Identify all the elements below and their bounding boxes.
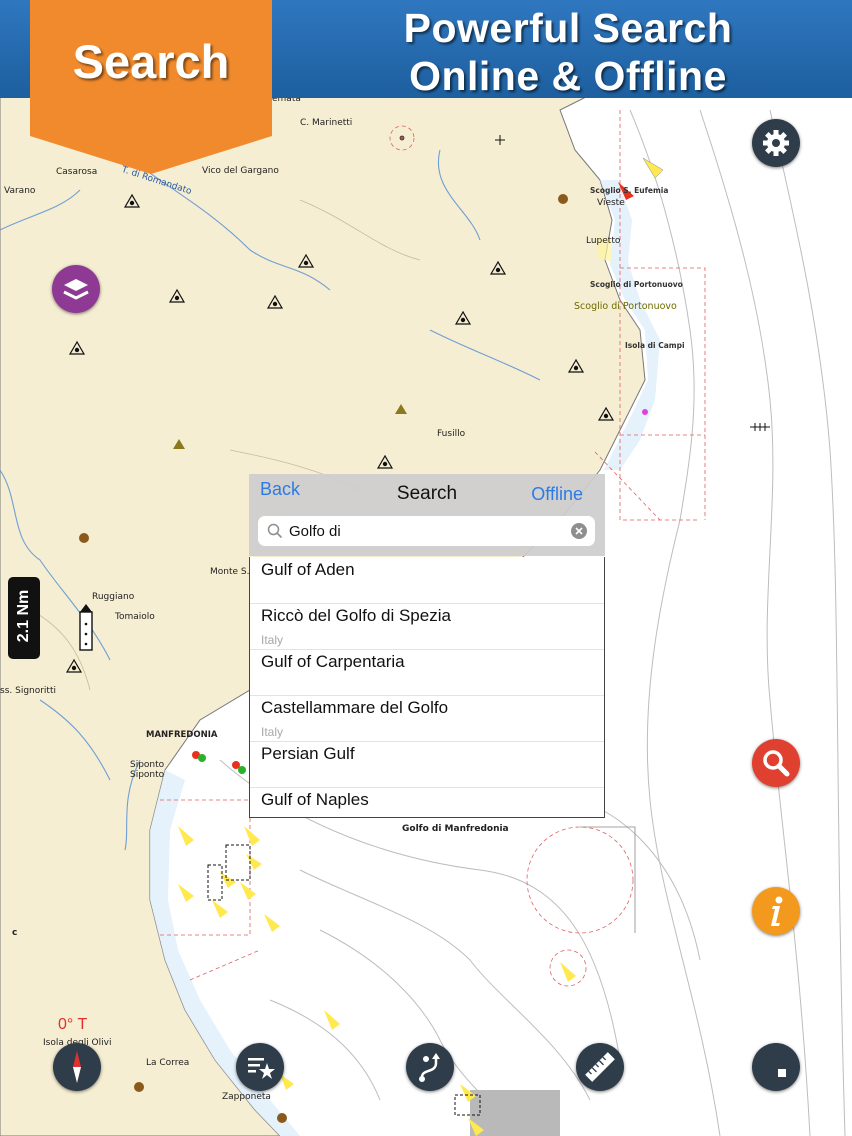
map-label: Fusillo [437, 429, 466, 439]
map-label: Monte S. [210, 567, 250, 577]
map-label: Scoglio di Portonuovo [590, 280, 683, 289]
map-label: Scoglio S. Eufemia [590, 186, 669, 195]
result-name: Gulf of Aden [261, 560, 355, 579]
ruler-button[interactable] [576, 1043, 624, 1091]
result-name: Riccò del Golfo di Spezia [261, 606, 451, 625]
search-result-item[interactable]: Castellammare del Golfo Italy [250, 695, 604, 742]
search-header: Back Search Offline [249, 474, 605, 556]
map-label: Vieste [597, 198, 625, 208]
banner-headline: Powerful Search Online & Offline [288, 4, 848, 100]
search-ribbon: Search [30, 0, 272, 174]
stop-icon [778, 1069, 786, 1077]
search-input[interactable] [289, 520, 559, 542]
scale-bar: 2.1 Nm [8, 577, 40, 659]
map-label: Ruggiano [92, 592, 135, 602]
search-icon [267, 523, 282, 538]
settings-button[interactable] [752, 119, 800, 167]
map-label: ss. Signoritti [0, 686, 56, 696]
star-list-icon [248, 1058, 275, 1079]
map-label: c [12, 928, 18, 938]
search-button[interactable] [752, 739, 800, 787]
magnifier-icon [763, 750, 790, 777]
result-name: Castellammare del Golfo [261, 698, 449, 717]
headline-line-2: Online & Offline [409, 53, 727, 99]
close-icon [575, 527, 583, 535]
result-name: Persian Gulf [261, 744, 355, 763]
stop-button[interactable] [752, 1043, 800, 1091]
search-panel: Back Search Offline Gulf of Aden Riccò d… [249, 474, 605, 819]
ribbon-label: Search [72, 35, 230, 88]
offline-button[interactable]: Offline [531, 484, 583, 505]
map-label: Scoglio di Portonuovo [574, 301, 677, 312]
search-results-list: Gulf of Aden Riccò del Golfo di Spezia I… [249, 557, 605, 818]
search-field[interactable] [258, 516, 595, 546]
map-label: Golfo di Manfredonia [402, 824, 509, 834]
layers-icon [63, 279, 89, 300]
map-label: MANFREDONIA [146, 730, 218, 740]
info-icon [771, 896, 783, 926]
search-result-item[interactable]: Riccò del Golfo di Spezia Italy [250, 603, 604, 650]
map-label: Lupetto [586, 236, 621, 246]
favorites-button[interactable] [236, 1043, 284, 1091]
search-result-item[interactable]: Gulf of Aden [250, 557, 604, 604]
map-label: Siponto [130, 770, 165, 780]
map-label: Siponto [130, 760, 165, 770]
map-label: La Correa [146, 1058, 190, 1068]
ruler-icon [585, 1052, 615, 1082]
result-name: Gulf of Naples [261, 790, 369, 809]
clear-search-button[interactable] [571, 523, 587, 539]
result-country: Italy [261, 725, 284, 739]
map-label: Varano [4, 186, 36, 196]
info-button[interactable] [752, 887, 800, 935]
heading-label: 0° T [58, 1016, 88, 1033]
headline-line-1: Powerful Search [403, 5, 733, 51]
map-label: Zapponeta [222, 1092, 271, 1102]
route-button[interactable] [406, 1043, 454, 1091]
layers-button[interactable] [52, 265, 100, 313]
map-label: C. Marinetti [300, 118, 353, 128]
search-result-item[interactable]: Persian Gulf [250, 741, 604, 788]
compass-button[interactable] [53, 1043, 101, 1091]
result-name: Gulf of Carpentaria [261, 652, 405, 671]
search-result-item[interactable]: Gulf of Carpentaria [250, 649, 604, 696]
result-country: Italy [261, 633, 284, 647]
route-icon [419, 1053, 440, 1082]
map-label: Tomaiolo [115, 612, 155, 622]
search-result-item[interactable]: Gulf of Naples [250, 787, 604, 817]
scale-label: 2.1 Nm [15, 589, 32, 643]
gear-icon [763, 130, 789, 156]
compass-icon [73, 1051, 81, 1083]
map-label: Isola di Campi [625, 341, 685, 350]
